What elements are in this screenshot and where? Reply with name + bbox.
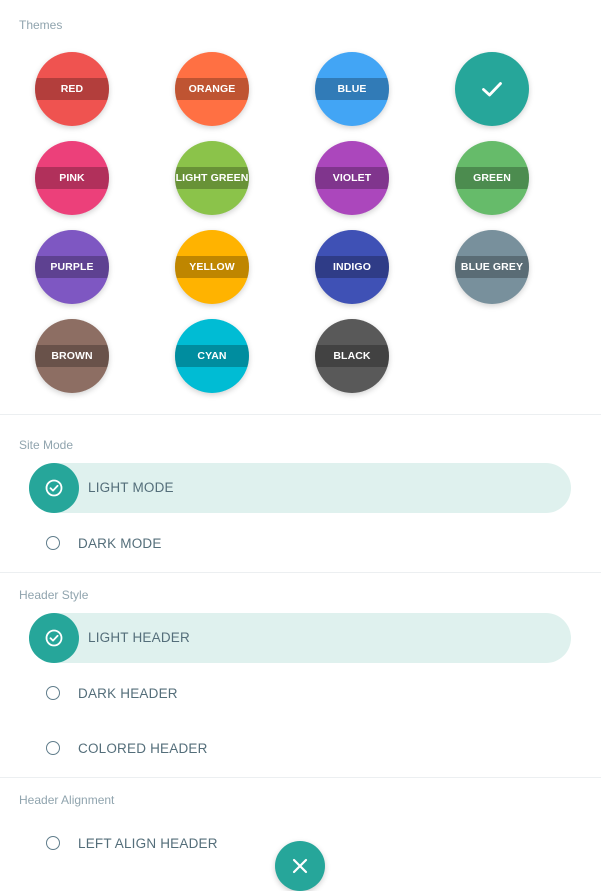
close-button[interactable] [275,841,325,891]
header-alignment-label: Header Alignment [19,793,115,807]
site-mode-label: Site Mode [19,438,74,452]
radio-icon [46,536,60,550]
theme-swatch-label: BLACK [315,345,389,367]
theme-swatch-label: CYAN [175,345,249,367]
theme-swatch-label: LIGHT GREEN [175,167,249,189]
option-light-header[interactable]: LIGHT HEADER [29,613,571,663]
theme-swatch-red[interactable]: RED [35,52,109,126]
check-circle-icon [29,463,79,513]
theme-swatch-label: PINK [35,167,109,189]
theme-swatch-cyan[interactable]: CYAN [175,319,249,393]
theme-swatch-black[interactable]: BLACK [315,319,389,393]
divider [0,777,601,778]
header-style-label: Header Style [19,588,89,602]
check-icon [455,52,529,126]
theme-swatch-purple[interactable]: PURPLE [35,230,109,304]
option-label: COLORED HEADER [78,741,208,756]
theme-swatch-light-green[interactable]: LIGHT GREEN [175,141,249,215]
close-icon [292,858,308,874]
divider [0,572,601,573]
theme-swatch-teal[interactable] [455,52,529,126]
option-light-mode[interactable]: LIGHT MODE [29,463,571,513]
check-circle-icon [29,613,79,663]
theme-swatch-brown[interactable]: BROWN [35,319,109,393]
theme-swatch-green[interactable]: GREEN [455,141,529,215]
radio-icon [46,836,60,850]
radio-icon [46,686,60,700]
theme-swatch-indigo[interactable]: INDIGO [315,230,389,304]
option-label: LIGHT HEADER [88,630,190,645]
theme-swatch-label: YELLOW [175,256,249,278]
theme-swatch-blue[interactable]: BLUE [315,52,389,126]
radio-icon [46,741,60,755]
theme-swatch-label: INDIGO [315,256,389,278]
theme-swatch-label: BROWN [35,345,109,367]
option-label: DARK HEADER [78,686,178,701]
option-label: DARK MODE [78,536,162,551]
themes-label: Themes [19,18,63,32]
theme-swatch-orange[interactable]: ORANGE [175,52,249,126]
theme-swatch-label: VIOLET [315,167,389,189]
divider [0,414,601,415]
theme-swatch-label: BLUE GREY [455,256,529,278]
option-label: LEFT ALIGN HEADER [78,836,218,851]
theme-swatch-label: BLUE [315,78,389,100]
theme-swatch-label: RED [35,78,109,100]
theme-swatch-label: PURPLE [35,256,109,278]
option-label: LIGHT MODE [88,480,174,495]
theme-swatch-violet[interactable]: VIOLET [315,141,389,215]
theme-swatch-pink[interactable]: PINK [35,141,109,215]
theme-swatch-label: GREEN [455,167,529,189]
theme-swatch-blue-grey[interactable]: BLUE GREY [455,230,529,304]
theme-swatch-label: ORANGE [175,78,249,100]
theme-swatch-yellow[interactable]: YELLOW [175,230,249,304]
